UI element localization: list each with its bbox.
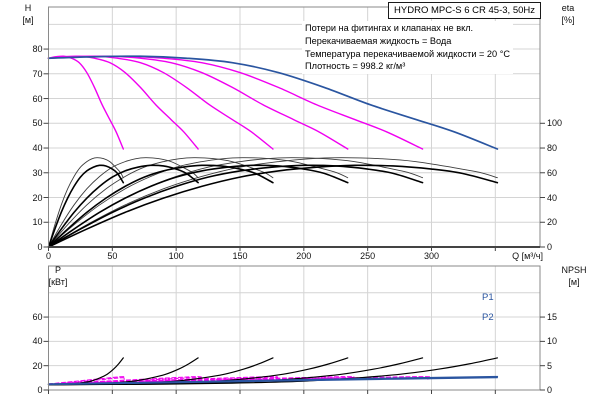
hq-eta-panel (44, 7, 546, 251)
performance-chart (0, 0, 600, 400)
power-npsh-panel (44, 266, 546, 394)
pump-performance-chart-screen: H [м] eta [%] HYDRO MPC-S 6 CR 45-3, 50H… (0, 0, 600, 400)
